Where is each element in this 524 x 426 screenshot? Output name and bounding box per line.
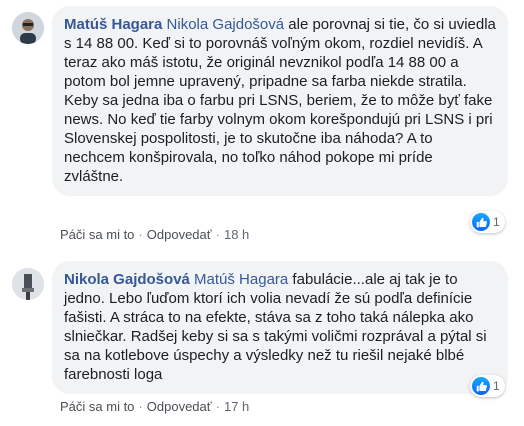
reaction-count: 1 — [493, 215, 500, 229]
timestamp[interactable]: 17 h — [224, 399, 249, 414]
mention-link[interactable]: Matúš Hagara — [194, 271, 288, 288]
avatar[interactable] — [12, 12, 44, 44]
comment-paragraph: Keby sa jedna iba o farbu pri LSNS, beri… — [64, 92, 493, 185]
profile-photo-icon — [12, 12, 44, 44]
reply-link[interactable]: Odpovedať — [147, 399, 212, 414]
reaction-badge[interactable]: 1 — [470, 211, 505, 233]
comment-text: Nikola Gajdošová Matúš Hagara fabulácie.… — [64, 270, 496, 384]
avatar[interactable] — [12, 268, 44, 300]
like-link[interactable]: Páči sa mi to — [60, 227, 134, 242]
reply-link[interactable]: Odpovedať — [147, 227, 212, 242]
timestamp[interactable]: 18 h — [224, 227, 249, 242]
reaction-count: 1 — [493, 379, 500, 393]
comment-author[interactable]: Nikola Gajdošová — [64, 271, 190, 288]
comment-author[interactable]: Matúš Hagara — [64, 16, 162, 33]
comment-bubble: Nikola Gajdošová Matúš Hagara fabulácie.… — [52, 261, 508, 394]
comment-text: Matúš Hagara Nikola Gajdošová ale porovn… — [64, 15, 496, 91]
mention-link[interactable]: Nikola Gajdošová — [167, 16, 285, 33]
profile-photo-icon — [12, 268, 44, 300]
reaction-badge[interactable]: 1 — [470, 375, 505, 397]
like-icon — [472, 213, 490, 231]
comment-bubble: Matúš Hagara Nikola Gajdošová ale porovn… — [52, 6, 508, 196]
like-icon — [472, 377, 490, 395]
comment-actions: Páči sa mi to · Odpovedať · 18 h — [60, 227, 250, 242]
comment-actions: Páči sa mi to · Odpovedať · 17 h — [60, 399, 250, 414]
like-link[interactable]: Páči sa mi to — [60, 399, 134, 414]
